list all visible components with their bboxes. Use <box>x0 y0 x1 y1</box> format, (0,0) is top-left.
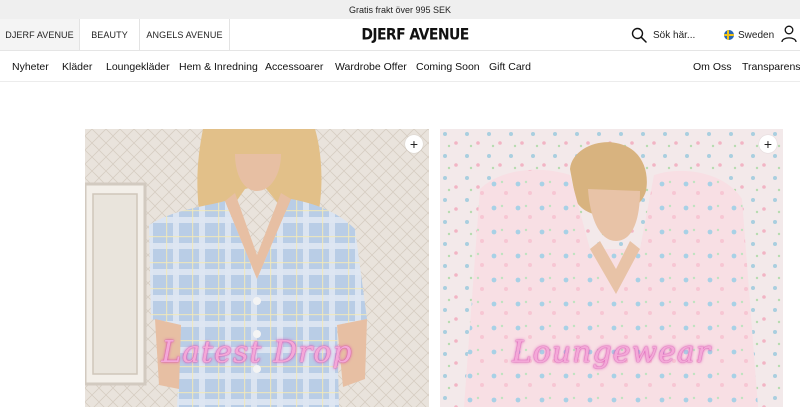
nav-item-nyheter[interactable]: Nyheter <box>12 51 49 82</box>
nav-item-transparens[interactable]: Transparens <box>742 51 800 82</box>
plus-icon[interactable]: + <box>405 135 423 153</box>
country-selector[interactable]: Sweden <box>724 26 774 44</box>
user-icon[interactable] <box>781 25 797 43</box>
main-nav: Nyheter Kläder Loungekläder Hem & Inredn… <box>0 51 800 82</box>
nav-item-klader[interactable]: Kläder <box>62 51 92 82</box>
search-icon <box>631 27 647 43</box>
nav-item-loungeklader[interactable]: Loungekläder <box>106 51 170 82</box>
country-label: Sweden <box>738 29 775 41</box>
nav-item-gift-card[interactable]: Gift Card <box>489 51 531 82</box>
collection-card-latest-drop[interactable]: + Latest Drop <box>85 129 429 407</box>
promo-text: Gratis frakt över 995 SEK <box>348 4 452 15</box>
brand-tab-djerf-avenue[interactable]: DJERF AVENUE <box>0 19 80 50</box>
brand-tab-beauty[interactable]: BEAUTY <box>80 19 140 50</box>
nav-item-om-oss[interactable]: Om Oss <box>693 51 732 82</box>
nav-item-hem-inredning[interactable]: Hem & Inredning <box>179 51 258 82</box>
collection-cards: + Latest Drop + Loungewear <box>0 129 800 407</box>
nav-item-accessoarer[interactable]: Accessoarer <box>265 51 323 82</box>
plus-icon[interactable]: + <box>759 135 777 153</box>
card-title-loungewear: Loungewear <box>511 335 712 370</box>
brand-tab-angels-avenue[interactable]: ANGELS AVENUE <box>140 19 230 50</box>
search-placeholder: Sök här... <box>653 29 696 41</box>
card-title-latest-drop: Latest Drop <box>161 335 353 370</box>
collection-card-loungewear[interactable]: + Loungewear <box>440 129 783 407</box>
search-button[interactable]: Sök här... <box>631 24 695 46</box>
site-logo[interactable]: DJERF AVENUE <box>350 21 480 49</box>
nav-item-wardrobe-offer[interactable]: Wardrobe Offer <box>335 51 407 82</box>
site-header: DJERF AVENUE BEAUTY ANGELS AVENUE DJERF … <box>0 19 800 51</box>
nav-item-coming-soon[interactable]: Coming Soon <box>416 51 480 82</box>
brand-tabs: DJERF AVENUE BEAUTY ANGELS AVENUE <box>0 19 230 50</box>
promo-banner: Gratis frakt över 995 SEK <box>0 0 800 19</box>
sweden-flag-icon <box>724 30 734 40</box>
